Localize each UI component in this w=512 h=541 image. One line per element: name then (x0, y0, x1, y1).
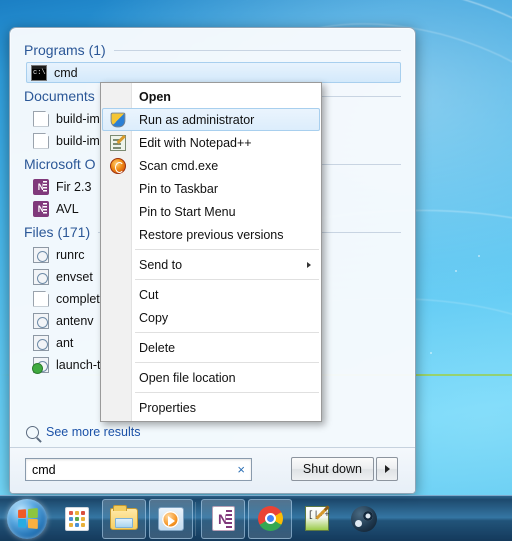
shutdown-options-arrow[interactable] (376, 457, 398, 481)
start-menu-footer: cmd × Shut down (10, 447, 415, 493)
menu-item-label: Pin to Taskbar (139, 181, 218, 196)
menu-item-properties[interactable]: Properties (102, 396, 320, 419)
menu-item-label: Restore previous versions (139, 227, 284, 242)
document-icon (33, 132, 49, 149)
folder-icon (110, 504, 138, 530)
group-header-label: Documents (24, 88, 95, 104)
windows-orb-icon (7, 498, 47, 539)
group-header-label: Microsoft O (24, 156, 96, 172)
result-item-label: launch-t (56, 357, 101, 372)
taskbar-separator (195, 501, 196, 536)
menu-item-run-as-administrator[interactable]: Run as administrator (102, 108, 320, 131)
result-item-cmd[interactable]: cmd (26, 62, 401, 83)
group-header-rule (113, 49, 401, 51)
taskbar-button-google-chrome[interactable] (248, 498, 292, 539)
menu-item-label: Cut (139, 287, 159, 302)
result-item-label: ant (56, 335, 74, 350)
uac-shield-icon (110, 112, 126, 128)
menu-item-label: Pin to Start Menu (139, 204, 236, 219)
result-item-label: antenv (56, 313, 94, 328)
notepadpp-icon (305, 506, 330, 531)
taskbar-button-onenote[interactable]: N (201, 498, 245, 539)
search-input[interactable]: cmd × (25, 458, 252, 481)
search-input-value: cmd (32, 462, 56, 477)
menu-item-label: Run as administrator (139, 112, 255, 127)
taskbar-button-windows-media-player[interactable] (149, 498, 193, 539)
shutdown-button[interactable]: Shut down (290, 457, 374, 481)
shutdown-button-label: Shut down (302, 462, 362, 476)
menu-item-pin-to-start-menu[interactable]: Pin to Start Menu (102, 200, 320, 223)
context-menu: Open Run as administrator Edit with Note… (100, 82, 322, 422)
menu-separator (135, 332, 319, 333)
wallpaper-sparkle (455, 270, 457, 272)
menu-separator (135, 392, 319, 393)
result-item-label: AVL (56, 201, 79, 216)
clear-search-icon[interactable]: × (237, 462, 245, 477)
menu-item-label: Open (139, 89, 171, 104)
command-prompt-icon (31, 64, 47, 81)
see-more-results-link[interactable]: See more results (26, 425, 140, 439)
menu-item-label: Copy (139, 310, 169, 325)
taskbar-button-steam[interactable] (342, 499, 386, 539)
see-more-results-label: See more results (46, 425, 141, 439)
app-grid-icon (65, 506, 89, 531)
taskbar-button-windows-explorer[interactable] (102, 498, 146, 539)
taskbar-button-notepadpp[interactable] (295, 499, 339, 539)
onenote-icon: N (33, 178, 49, 195)
document-icon (33, 290, 49, 307)
result-item-label: build-im (56, 111, 100, 126)
menu-item-label: Scan cmd.exe (139, 158, 219, 173)
menu-separator (135, 279, 319, 280)
menu-item-send-to[interactable]: Send to (102, 253, 320, 276)
submenu-arrow-icon (307, 261, 311, 268)
result-item-label: envset (56, 269, 93, 284)
menu-item-label: Edit with Notepad++ (139, 135, 252, 150)
start-button[interactable] (2, 498, 52, 540)
result-item-label: cmd (54, 65, 78, 80)
chevron-right-icon (384, 465, 390, 473)
shutdown-controls: Shut down (290, 457, 398, 481)
group-header-label: Programs (1) (24, 42, 106, 58)
menu-item-open-file-location[interactable]: Open file location (102, 366, 320, 389)
script-icon (33, 334, 49, 351)
script-icon (33, 312, 49, 329)
menu-item-copy[interactable]: Copy (102, 306, 320, 329)
notepadpp-icon (110, 135, 126, 151)
script-icon (33, 268, 49, 285)
windows-flag-icon (18, 508, 38, 529)
menu-separator (135, 249, 319, 250)
search-icon (26, 425, 39, 439)
menu-item-open[interactable]: Open (102, 85, 320, 108)
result-item-label: build-im (56, 133, 100, 148)
script-icon (33, 246, 49, 263)
menu-item-pin-to-taskbar[interactable]: Pin to Taskbar (102, 177, 320, 200)
menu-item-label: Send to (139, 257, 183, 272)
results-group-header-programs: Programs (1) (22, 38, 403, 61)
group-header-label: Files (171) (24, 224, 91, 240)
menu-item-label: Delete (139, 340, 176, 355)
menu-item-cut[interactable]: Cut (102, 283, 320, 306)
taskbar: N (0, 495, 512, 541)
media-player-icon (158, 506, 184, 531)
menu-item-restore-previous-versions[interactable]: Restore previous versions (102, 223, 320, 246)
antivirus-scan-icon (110, 158, 126, 174)
menu-item-delete[interactable]: Delete (102, 336, 320, 359)
document-icon (33, 110, 49, 127)
menu-item-scan-cmd-exe[interactable]: Scan cmd.exe (102, 154, 320, 177)
wallpaper-sparkle (478, 255, 480, 257)
chrome-icon (257, 506, 283, 531)
steam-icon (351, 505, 377, 532)
menu-item-label: Open file location (139, 370, 236, 385)
menu-item-edit-with-notepadpp[interactable]: Edit with Notepad++ (102, 131, 320, 154)
menu-item-label: Properties (139, 400, 196, 415)
onenote-icon: N (211, 506, 235, 531)
taskbar-button-app-launcher-grid[interactable] (55, 499, 99, 539)
script-shortcut-icon (32, 356, 49, 374)
result-item-label: runrc (56, 247, 85, 262)
wallpaper-sparkle (430, 352, 432, 354)
onenote-icon: N (33, 200, 49, 217)
result-item-label: Fir 2.3 (56, 179, 92, 194)
menu-separator (135, 362, 319, 363)
